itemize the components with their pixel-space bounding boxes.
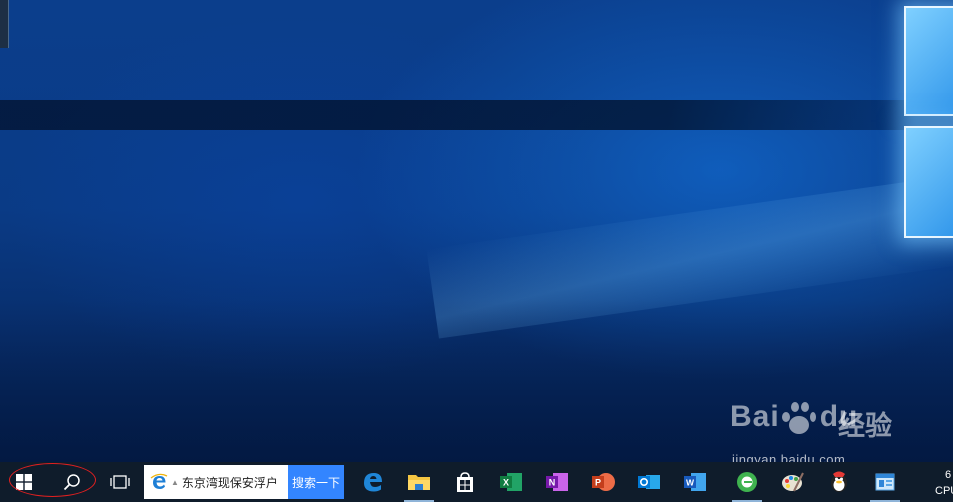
search-button[interactable] xyxy=(48,462,96,502)
svg-text:N: N xyxy=(549,478,556,488)
wallpaper-dark-band xyxy=(0,100,953,130)
tray-line-2: CPU xyxy=(935,485,953,497)
outlook-icon xyxy=(638,475,660,489)
windows-logo-light xyxy=(900,0,953,240)
taskbar-app-green-browser[interactable] xyxy=(724,462,770,502)
search-dropdown-caret[interactable]: ▲ xyxy=(171,478,179,487)
onenote-icon: N xyxy=(546,473,568,491)
paint-icon xyxy=(782,472,804,492)
task-view-button[interactable] xyxy=(96,462,144,502)
tray-line-1: 6 xyxy=(945,469,952,481)
search-go-button[interactable]: 搜索一下 xyxy=(288,465,344,499)
taskbar-app-store[interactable] xyxy=(442,462,488,502)
folder-icon xyxy=(408,475,430,490)
taskbar-app-qq-game[interactable] xyxy=(816,462,862,502)
svg-text:P: P xyxy=(595,478,601,488)
search-icon xyxy=(63,474,80,491)
taskbar-app-powerpoint[interactable]: P xyxy=(580,462,626,502)
system-tray-clock[interactable]: 6 CPU xyxy=(930,462,953,502)
powerpoint-icon: P xyxy=(592,473,615,491)
desktop-edge-widget xyxy=(0,0,9,48)
baidu-jingyan-watermark: Bai du 经验 jingyan.baidu.com xyxy=(730,400,950,462)
taskbar-app-excel[interactable]: X xyxy=(488,462,534,502)
svg-text:X: X xyxy=(503,478,509,488)
qq-penguin-icon xyxy=(831,471,847,492)
taskbar-app-paint[interactable] xyxy=(770,462,816,502)
search-query-text[interactable]: 东京湾现保安浮户 xyxy=(182,474,288,491)
app-window-icon xyxy=(875,473,895,491)
taskbar-app-word[interactable]: W xyxy=(672,462,718,502)
start-button[interactable] xyxy=(0,462,48,502)
excel-icon: X xyxy=(500,473,522,491)
green-browser-icon xyxy=(737,472,757,492)
taskbar-app-edge[interactable] xyxy=(350,462,396,502)
watermark-url: jingyan.baidu.com xyxy=(732,452,846,462)
taskbar-app-onenote[interactable]: N xyxy=(534,462,580,502)
watermark-jingyan-text: 经验 xyxy=(838,411,892,441)
store-icon xyxy=(457,472,473,492)
desktop-wallpaper: Bai du 经验 jingyan.baidu.com xyxy=(0,0,953,462)
ie-icon xyxy=(148,473,170,491)
windows-logo-pane-top xyxy=(904,6,953,116)
windows-logo-pane-bottom xyxy=(904,126,953,238)
svg-text:W: W xyxy=(686,478,695,488)
taskbar-app-file-explorer[interactable] xyxy=(396,462,442,502)
windows-start-icon xyxy=(16,474,32,490)
edge-icon xyxy=(364,473,382,492)
taskbar-app-outlook[interactable] xyxy=(626,462,672,502)
task-view-icon xyxy=(110,475,130,489)
word-icon: W xyxy=(684,473,706,491)
baidu-search-box[interactable]: ▲ 东京湾现保安浮户 搜索一下 xyxy=(144,465,344,499)
baidu-paw-icon xyxy=(782,402,816,436)
taskbar-app-window[interactable] xyxy=(862,462,908,502)
